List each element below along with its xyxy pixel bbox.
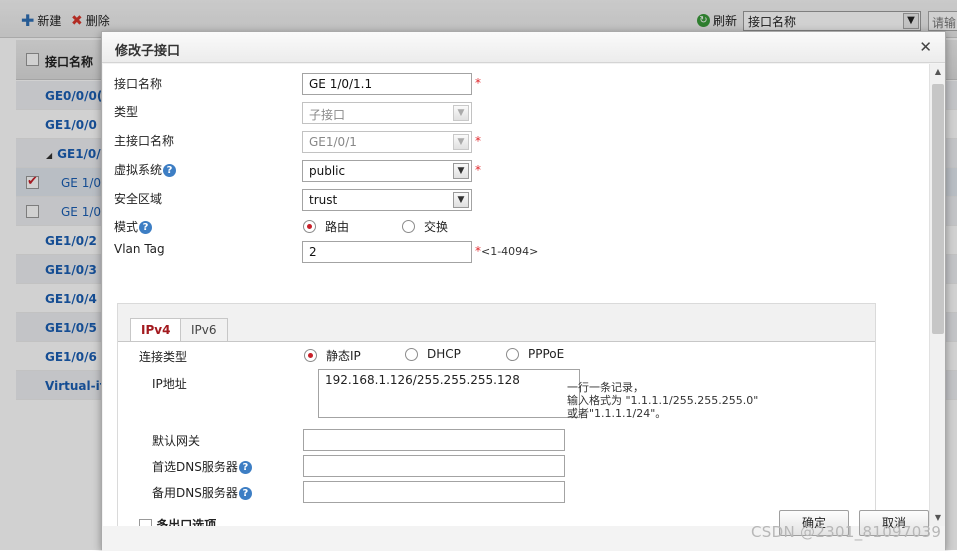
ip-value: 192.168.1.126/255.255.255.128 — [325, 373, 520, 387]
conn-pppoe-label: PPPoE — [528, 347, 565, 361]
watermark: CSDN @2301_81097039 — [751, 523, 942, 541]
help-icon[interactable]: ? — [139, 221, 153, 234]
chevron-down-icon: ▼ — [453, 105, 469, 121]
radio-icon — [402, 220, 415, 233]
conn-dhcp-radio[interactable]: DHCP — [405, 347, 461, 361]
dialog-titlebar: 修改子接口 ✕ — [102, 32, 945, 63]
zone-value: trust — [309, 193, 338, 207]
close-icon[interactable]: ✕ — [919, 38, 932, 56]
gateway-input[interactable] — [303, 429, 565, 451]
help-icon[interactable]: ? — [238, 461, 252, 474]
vsys-select[interactable]: public ▼ — [302, 160, 472, 182]
edit-subinterface-dialog: 修改子接口 ✕ 接口名称 GE 1/0/1.1 * 类型 子接口 ▼ 主接口名称… — [101, 31, 946, 551]
zone-select[interactable]: trust ▼ — [302, 189, 472, 211]
mode-switch-label: 交换 — [424, 220, 449, 234]
tab-ipv4[interactable]: IPv4 — [130, 318, 182, 342]
main-interface-label: 主接口名称 — [114, 134, 175, 148]
chevron-down-icon: ▼ — [453, 192, 469, 208]
chevron-down-icon: ▼ — [453, 134, 469, 150]
scroll-up-icon[interactable]: ▲ — [930, 64, 946, 80]
radio-icon — [506, 347, 519, 361]
main-interface-value: GE1/0/1 — [309, 135, 357, 149]
conn-dhcp-label: DHCP — [427, 347, 461, 361]
scrollbar-thumb[interactable] — [932, 84, 944, 334]
mode-label-text: 模式 — [114, 220, 139, 234]
required-mark: * — [475, 134, 481, 148]
conn-type-label: 连接类型 — [139, 350, 188, 364]
dns1-label-text: 首选DNS服务器 — [152, 460, 238, 474]
chevron-down-icon: ▼ — [453, 163, 469, 179]
dns2-label: 备用DNS服务器? — [152, 484, 252, 501]
type-value: 子接口 — [309, 108, 346, 122]
vlan-range-hint: <1-4094> — [481, 245, 539, 258]
radio-selected-icon — [304, 349, 317, 362]
gateway-label: 默认网关 — [152, 434, 201, 448]
name-value: GE 1/0/1.1 — [309, 77, 373, 91]
multi-exit-checkbox[interactable] — [139, 519, 152, 526]
vsys-label: 虚拟系统? — [114, 161, 177, 178]
mode-label: 模式? — [114, 218, 153, 235]
vlan-input[interactable]: 2 — [302, 241, 472, 263]
vlan-value: 2 — [309, 245, 317, 259]
name-input[interactable]: GE 1/0/1.1 — [302, 73, 472, 95]
vsys-label-text: 虚拟系统 — [114, 163, 163, 177]
mode-route-label: 路由 — [325, 220, 350, 234]
type-select: 子接口 ▼ — [302, 102, 472, 124]
dns2-label-text: 备用DNS服务器 — [152, 486, 238, 500]
mode-switch-radio[interactable]: 交换 — [402, 218, 448, 235]
conn-static-radio[interactable]: 静态IP — [304, 347, 361, 364]
conn-pppoe-radio[interactable]: PPPoE — [506, 347, 564, 361]
ip-hint-line3: 或者"1.1.1.1/24"。 — [567, 407, 667, 420]
dialog-title: 修改子接口 — [115, 44, 181, 59]
vsys-value: public — [309, 164, 346, 178]
help-icon[interactable]: ? — [238, 487, 252, 500]
type-label: 类型 — [114, 105, 139, 119]
dns1-input[interactable] — [303, 455, 565, 477]
main-interface-select: GE1/0/1 ▼ — [302, 131, 472, 153]
help-icon[interactable]: ? — [163, 164, 177, 177]
ip-config-panel: IPv4 IPv6 连接类型 静态IP DHCP PPPoE IP地址 192.… — [117, 303, 876, 526]
radio-selected-icon — [303, 220, 316, 233]
ip-label: IP地址 — [152, 377, 187, 391]
conn-static-label: 静态IP — [326, 349, 361, 363]
dns1-label: 首选DNS服务器? — [152, 458, 252, 475]
dns2-input[interactable] — [303, 481, 565, 503]
required-mark: * — [475, 76, 481, 90]
vlan-label: Vlan Tag — [114, 242, 165, 256]
tab-ipv6[interactable]: IPv6 — [180, 318, 228, 341]
dialog-body: 接口名称 GE 1/0/1.1 * 类型 子接口 ▼ 主接口名称 GE1/0/1… — [103, 64, 929, 526]
mode-route-radio[interactable]: 路由 — [303, 218, 349, 235]
ipv4-tab-content: 连接类型 静态IP DHCP PPPoE IP地址 192.168.1.126/… — [118, 341, 875, 526]
name-label: 接口名称 — [114, 77, 163, 91]
multi-exit-label: 多出口选项 — [156, 518, 217, 526]
zone-label: 安全区域 — [114, 192, 163, 206]
dialog-scrollbar[interactable]: ▲ ▼ — [929, 64, 945, 526]
radio-icon — [405, 347, 418, 361]
required-mark: * — [475, 163, 481, 177]
multi-exit-toggle[interactable]: 多出口选项 — [139, 516, 216, 526]
ip-address-textarea[interactable]: 192.168.1.126/255.255.255.128 — [318, 369, 580, 418]
